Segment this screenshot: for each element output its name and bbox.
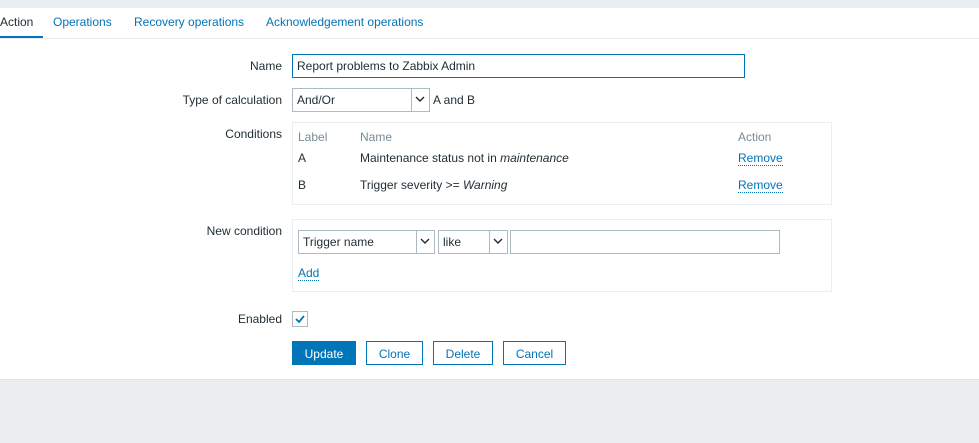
delete-button[interactable]: Delete bbox=[433, 341, 493, 365]
action-form-panel: Action Operations Recovery operations Ac… bbox=[0, 8, 979, 380]
condition-name-cell: Trigger severity >= Warning bbox=[360, 178, 507, 192]
calculation-formula: A and B bbox=[433, 93, 476, 107]
remove-condition-link[interactable]: Remove bbox=[738, 151, 783, 166]
tab-recovery-operations[interactable]: Recovery operations bbox=[134, 14, 244, 38]
new-condition-label: New condition bbox=[206, 224, 282, 238]
new-condition-box: Trigger name like Add bbox=[292, 219, 832, 292]
condition-value-input[interactable] bbox=[510, 230, 780, 254]
name-label: Name bbox=[249, 59, 282, 73]
calculation-type-label: Type of calculation bbox=[182, 93, 282, 107]
tab-action[interactable]: Action bbox=[0, 14, 33, 38]
conditions-header-name: Name bbox=[360, 130, 393, 144]
enabled-checkbox[interactable] bbox=[292, 311, 308, 327]
cancel-button[interactable]: Cancel bbox=[503, 341, 566, 365]
condition-label-cell: B bbox=[298, 178, 307, 192]
clone-button[interactable]: Clone bbox=[366, 341, 423, 365]
conditions-header-label: Label bbox=[298, 130, 328, 144]
condition-name-text: Trigger severity >= bbox=[360, 178, 463, 192]
condition-label-cell: A bbox=[298, 151, 307, 165]
condition-name-text: Maintenance status not in bbox=[360, 151, 501, 165]
calculation-type-select[interactable]: And/Or bbox=[292, 88, 430, 112]
remove-condition-link[interactable]: Remove bbox=[738, 178, 783, 193]
condition-type-value: Trigger name bbox=[303, 235, 374, 249]
top-strip bbox=[0, 0, 979, 8]
tab-operations[interactable]: Operations bbox=[53, 14, 112, 38]
chevron-down-icon bbox=[489, 231, 507, 253]
checkmark-icon bbox=[295, 315, 305, 323]
update-button[interactable]: Update bbox=[292, 341, 356, 365]
chevron-down-icon bbox=[411, 89, 429, 111]
condition-name-value: Warning bbox=[462, 178, 508, 192]
calculation-type-value: And/Or bbox=[297, 93, 336, 107]
chevron-down-icon bbox=[416, 231, 434, 253]
condition-operator-select[interactable]: like bbox=[438, 230, 508, 254]
condition-name-value: maintenance bbox=[500, 151, 569, 165]
condition-type-select[interactable]: Trigger name bbox=[298, 230, 435, 254]
tab-bar: Action Operations Recovery operations Ac… bbox=[0, 8, 979, 39]
condition-operator-value: like bbox=[443, 235, 462, 249]
conditions-table: Label Name Action A Maintenance status n… bbox=[292, 122, 832, 205]
add-condition-link[interactable]: Add bbox=[298, 266, 320, 281]
active-tab-indicator bbox=[0, 36, 43, 38]
conditions-label: Conditions bbox=[225, 127, 282, 141]
enabled-label: Enabled bbox=[237, 312, 282, 326]
condition-name-cell: Maintenance status not in maintenance bbox=[360, 151, 569, 165]
name-input[interactable] bbox=[292, 54, 745, 78]
tab-acknowledgement-operations[interactable]: Acknowledgement operations bbox=[266, 14, 423, 38]
conditions-header-action: Action bbox=[738, 130, 772, 144]
